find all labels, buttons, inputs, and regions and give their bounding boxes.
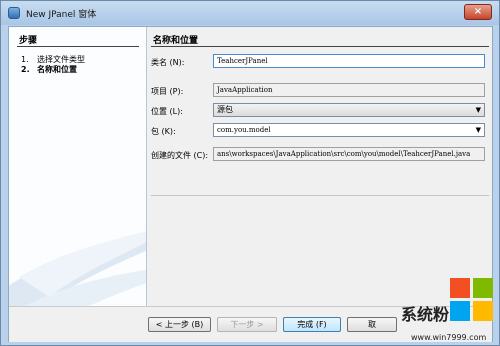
class-name-input[interactable]: TeahcerJPanel <box>213 54 485 68</box>
step-number: 2. <box>21 65 30 74</box>
panel-separator <box>151 195 489 196</box>
dropdown-arrow-icon: ▼ <box>475 106 481 114</box>
step-item-name-and-location: 2. 名称和位置 <box>21 64 77 75</box>
watermark-url-text: www.win7999.com <box>411 333 487 342</box>
steps-heading: 步骤 <box>19 36 38 46</box>
location-label: 位置 (L): <box>151 107 183 116</box>
location-select[interactable]: 源包 ▼ <box>213 103 485 117</box>
project-field: JavaApplication <box>213 83 485 97</box>
created-file-field: ans\workspaces\JavaApplication\src\com\y… <box>213 147 485 161</box>
next-button[interactable]: 下一步 > <box>217 317 277 332</box>
created-file-label: 创建的文件 (C): <box>151 151 209 160</box>
package-combobox-value: com.you.model <box>217 126 271 134</box>
window-title: New JPanel 窗体 <box>26 10 97 20</box>
step-number: 1. <box>21 55 29 64</box>
back-button[interactable]: < 上一步 (B) <box>148 317 211 332</box>
step-label: 选择文件类型 <box>37 55 85 64</box>
panel-heading: 名称和位置 <box>153 36 199 46</box>
class-name-label: 类名 (N): <box>151 58 185 67</box>
dialog-client-area: 步骤 1. 选择文件类型 2. 名称和位置 名称和位置 类名 (N): Teahce… <box>8 26 493 342</box>
steps-panel: 步骤 1. 选择文件类型 2. 名称和位置 <box>9 27 147 306</box>
finish-button[interactable]: 完成 (F) <box>283 317 341 332</box>
close-button[interactable]: × <box>464 4 492 20</box>
dialog-window: New JPanel 窗体 × 步骤 1. 选择文件类型 2. 名称和位置 名称和位… <box>0 0 500 346</box>
project-label: 项目 (P): <box>151 87 184 96</box>
package-label: 包 (K): <box>151 127 176 136</box>
panel-heading-divider <box>151 46 489 47</box>
windows-logo-watermark-icon <box>450 278 493 321</box>
package-combobox[interactable]: com.you.model ▼ <box>213 123 485 137</box>
watermark-brand-text: 系统粉 <box>401 305 450 324</box>
title-bar[interactable]: New JPanel 窗体 × <box>1 1 499 25</box>
step-label: 名称和位置 <box>37 65 77 74</box>
decorative-swoosh-graphic <box>9 231 146 306</box>
dropdown-arrow-icon: ▼ <box>475 126 481 134</box>
netbeans-app-icon <box>8 7 20 19</box>
steps-divider <box>17 46 139 47</box>
name-location-panel: 名称和位置 类名 (N): TeahcerJPanel 项目 (P): Java… <box>147 27 492 306</box>
cancel-button[interactable]: 取 <box>347 317 397 332</box>
location-select-value: 源包 <box>217 105 233 114</box>
